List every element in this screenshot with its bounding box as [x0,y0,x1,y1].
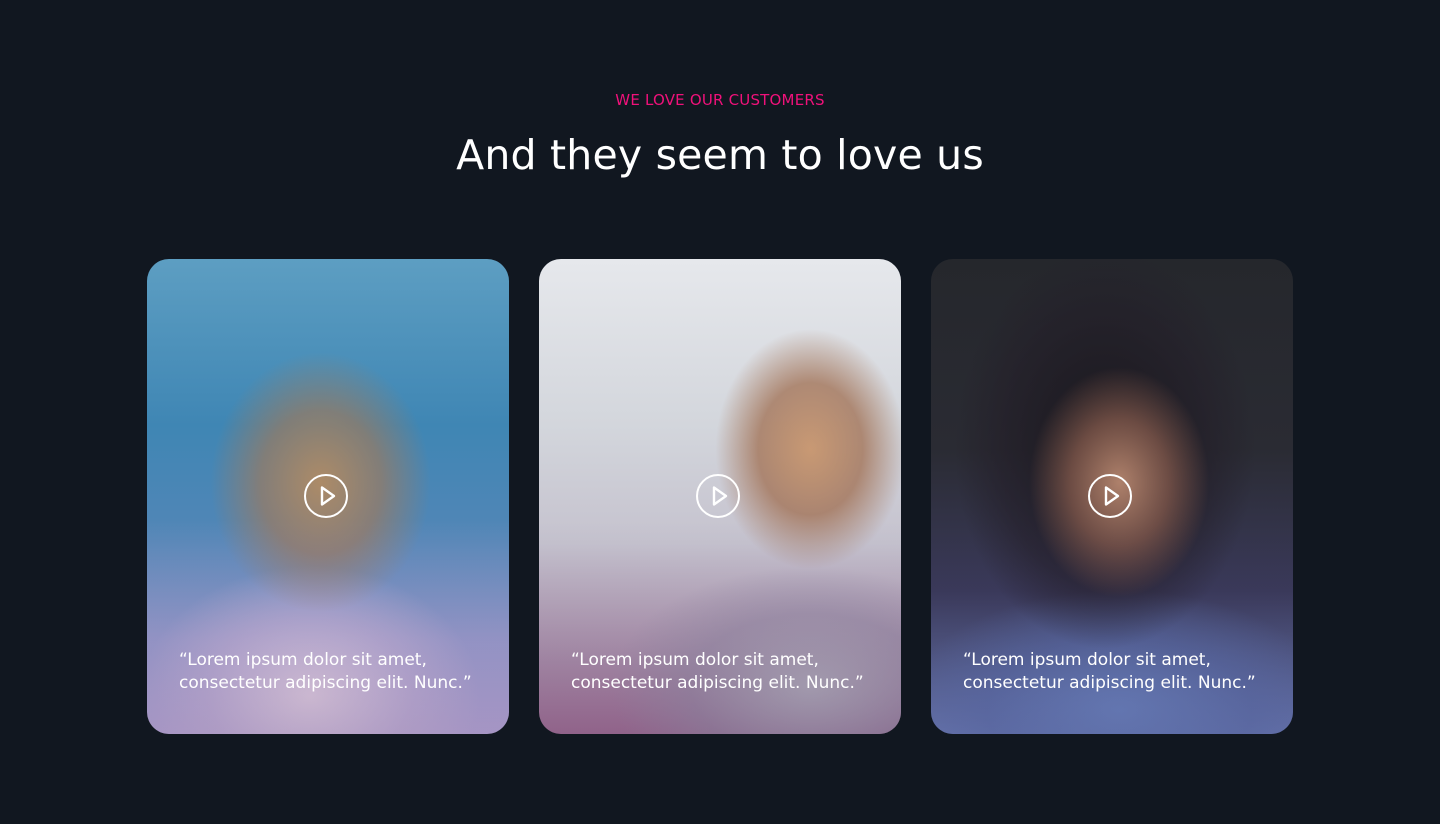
section-heading: And they seem to love us [456,131,984,179]
testimonial-cards: “Lorem ipsum dolor sit amet, consectetur… [147,259,1293,734]
play-video-button[interactable] [304,474,348,518]
testimonial-quote: “Lorem ipsum dolor sit amet, consectetur… [963,650,1256,693]
play-video-button[interactable] [1088,474,1132,518]
testimonial-quote: “Lorem ipsum dolor sit amet, consectetur… [179,650,472,693]
testimonial-card[interactable]: “Lorem ipsum dolor sit amet, consectetur… [539,259,901,734]
testimonial-card[interactable]: “Lorem ipsum dolor sit amet, consectetur… [147,259,509,734]
section-eyebrow: WE LOVE OUR CUSTOMERS [615,91,825,109]
play-icon [320,485,335,506]
testimonial-quote: “Lorem ipsum dolor sit amet, consectetur… [571,650,864,693]
testimonials-section: WE LOVE OUR CUSTOMERS And they seem to l… [0,0,1440,824]
testimonial-card[interactable]: “Lorem ipsum dolor sit amet, consectetur… [931,259,1293,734]
play-icon [712,485,727,506]
play-icon [1104,485,1119,506]
play-video-button[interactable] [696,474,740,518]
